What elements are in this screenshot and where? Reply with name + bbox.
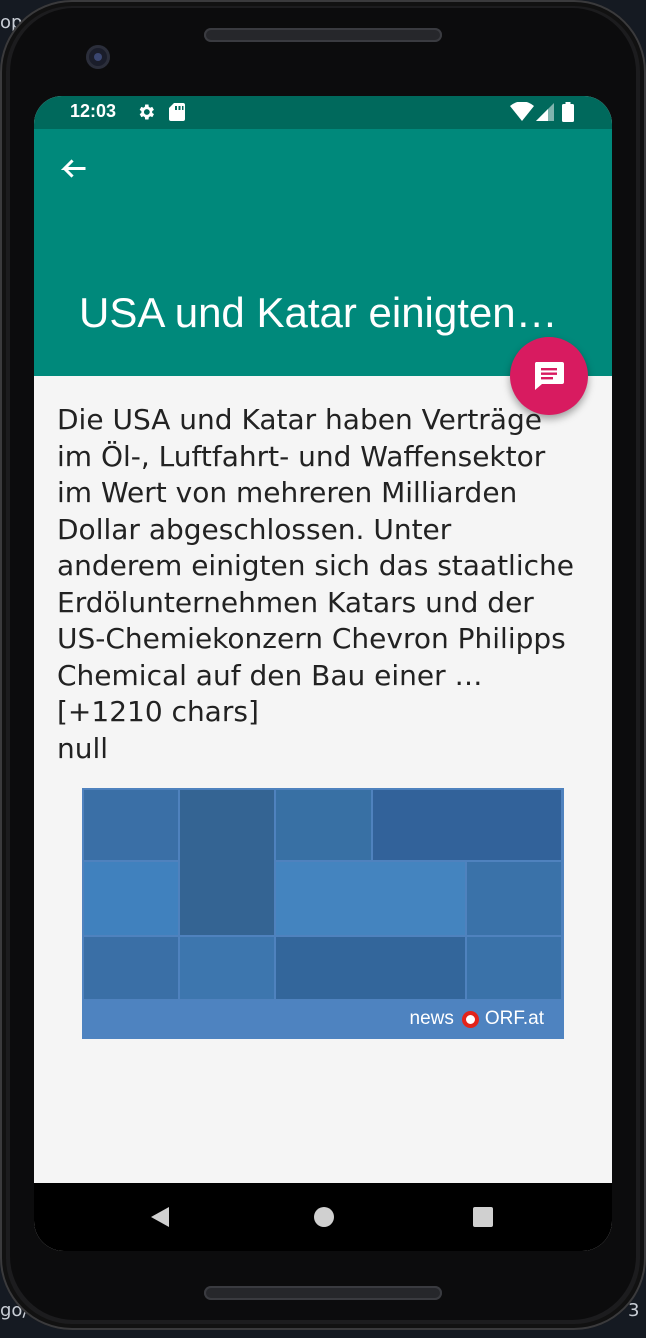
article-body: Die USA und Katar haben Verträge im Öl-,… bbox=[57, 403, 574, 728]
status-bar: 12:03 bbox=[34, 96, 612, 129]
arrow-back-icon bbox=[48, 159, 96, 197]
battery-icon bbox=[562, 102, 574, 126]
wifi-icon bbox=[510, 101, 534, 126]
back-button[interactable] bbox=[48, 145, 96, 193]
article-content: Die USA und Katar haben Verträge im Öl-,… bbox=[57, 402, 577, 767]
square-recents-icon[interactable] bbox=[471, 1205, 495, 1233]
triangle-back-icon[interactable] bbox=[148, 1205, 172, 1233]
article-image: news ORF.at bbox=[82, 788, 564, 1039]
earpiece-speaker bbox=[204, 28, 442, 42]
orf-logo: news ORF.at bbox=[410, 1008, 544, 1030]
page-title: USA und Katar einigten sich auf Milliard… bbox=[79, 289, 559, 336]
brand-prefix: news bbox=[409, 1008, 454, 1029]
front-camera bbox=[86, 45, 110, 69]
article-extra: null bbox=[57, 731, 109, 765]
message-icon bbox=[534, 362, 564, 390]
gear-icon bbox=[136, 102, 156, 126]
orf-ring-icon bbox=[461, 1010, 479, 1028]
sd-card-icon bbox=[168, 102, 186, 126]
navigation-bar bbox=[34, 1183, 612, 1251]
app-bar: USA und Katar einigten sich auf Milliard… bbox=[34, 129, 612, 376]
bottom-speaker bbox=[204, 1286, 442, 1300]
device-screen: 12:03 USA und Katar einigten sich auf Mi… bbox=[34, 96, 612, 1251]
status-time: 12:03 bbox=[70, 101, 117, 121]
signal-icon bbox=[536, 102, 554, 126]
brand-suffix: ORF.at bbox=[484, 1008, 544, 1029]
circle-home-icon[interactable] bbox=[312, 1205, 336, 1233]
